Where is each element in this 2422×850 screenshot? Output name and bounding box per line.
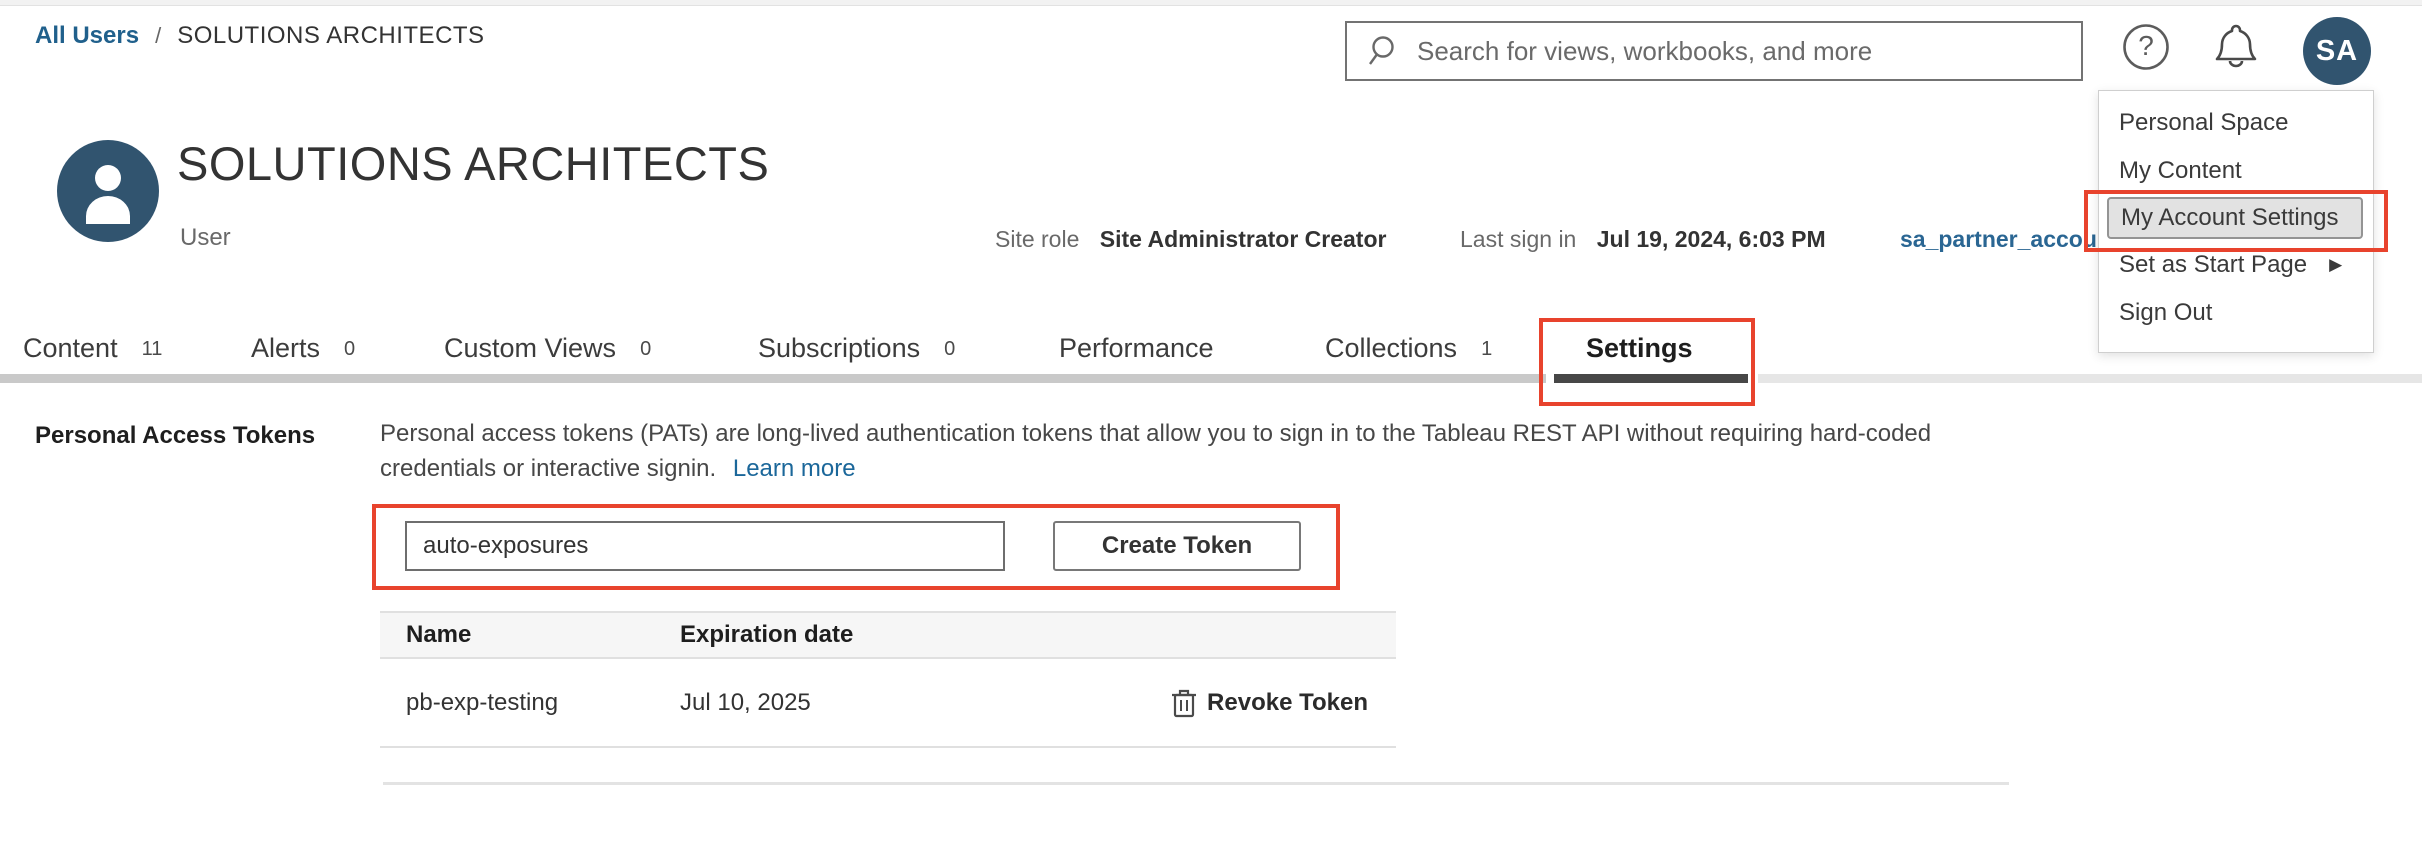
breadcrumb: All Users / SOLUTIONS ARCHITECTS — [35, 22, 485, 50]
tab-content-label: Content — [23, 333, 118, 363]
token-table: Name Expiration date pb-exp-testing Jul … — [380, 611, 1396, 748]
tab-settings-label: Settings — [1586, 333, 1693, 363]
last-sign-in-value: Jul 19, 2024, 6:03 PM — [1597, 226, 1826, 252]
tab-collections-count: 1 — [1481, 338, 1492, 360]
token-expiration-cell: Jul 10, 2025 — [680, 689, 1171, 717]
pat-description-line2: credentials or interactive signin. — [380, 455, 716, 482]
search-box[interactable] — [1345, 21, 2083, 81]
menu-item-my-content[interactable]: My Content — [2099, 147, 2373, 195]
tab-custom-views-count: 0 — [640, 338, 651, 360]
pat-description-line1: Personal access tokens (PATs) are long-l… — [380, 420, 1931, 447]
help-icon[interactable]: ? — [2122, 23, 2170, 71]
tab-collections[interactable]: Collections 1 — [1325, 333, 1492, 364]
page-title: SOLUTIONS ARCHITECTS — [177, 136, 769, 191]
submenu-arrow-icon: ▶ — [2329, 255, 2342, 275]
last-sign-in-label: Last sign in — [1460, 226, 1576, 252]
site-role-value: Site Administrator Creator — [1100, 226, 1387, 252]
tabs-bar-active-segment — [1554, 374, 1748, 383]
header-name: Name — [380, 621, 680, 649]
tabs-bar-right-segment — [1758, 374, 2422, 383]
tab-alerts[interactable]: Alerts 0 — [251, 333, 355, 364]
account-dropdown-menu: Personal Space My Content My Account Set… — [2098, 90, 2374, 353]
breadcrumb-separator: / — [155, 23, 161, 49]
menu-item-set-as-start-page-label: Set as Start Page — [2119, 251, 2307, 279]
tab-collections-label: Collections — [1325, 333, 1457, 363]
person-icon — [57, 140, 159, 242]
revoke-token-label[interactable]: Revoke Token — [1207, 689, 1368, 717]
site-role: Site role Site Administrator Creator — [995, 226, 1386, 253]
last-sign-in: Last sign in Jul 19, 2024, 6:03 PM — [1460, 226, 1826, 253]
search-input[interactable] — [1417, 36, 2081, 67]
search-icon — [1367, 34, 1401, 68]
token-name-cell: pb-exp-testing — [380, 689, 680, 717]
pat-section-label: Personal Access Tokens — [35, 422, 315, 450]
breadcrumb-current: SOLUTIONS ARCHITECTS — [177, 22, 484, 50]
profile-subtitle: User — [180, 224, 231, 252]
tab-custom-views[interactable]: Custom Views 0 — [444, 333, 651, 364]
tab-custom-views-label: Custom Views — [444, 333, 616, 363]
profile-avatar — [57, 140, 159, 242]
revoke-token-action[interactable]: Revoke Token — [1171, 688, 1396, 718]
header-expiration-date: Expiration date — [680, 621, 1396, 649]
tab-content-count: 11 — [142, 338, 163, 360]
tab-settings[interactable]: Settings — [1586, 333, 1693, 364]
token-table-header: Name Expiration date — [380, 611, 1396, 659]
trash-icon[interactable] — [1171, 688, 1197, 718]
token-name-input[interactable] — [405, 521, 1005, 571]
username-link[interactable]: sa_partner_accou — [1900, 226, 2097, 253]
site-role-label: Site role — [995, 226, 1079, 252]
top-strip — [0, 0, 2422, 6]
tabs-bar-left-segment — [0, 374, 1546, 383]
section-divider — [383, 782, 2009, 785]
menu-item-set-as-start-page[interactable]: Set as Start Page ▶ — [2099, 241, 2373, 289]
tab-performance-label: Performance — [1059, 333, 1214, 363]
tab-alerts-count: 0 — [344, 338, 355, 360]
create-token-button[interactable]: Create Token — [1053, 521, 1301, 571]
tab-performance[interactable]: Performance — [1059, 333, 1214, 364]
breadcrumb-all-users-link[interactable]: All Users — [35, 22, 139, 50]
tab-subscriptions[interactable]: Subscriptions 0 — [758, 333, 955, 364]
learn-more-link[interactable]: Learn more — [733, 455, 856, 482]
svg-text:?: ? — [2138, 30, 2154, 61]
tab-alerts-label: Alerts — [251, 333, 320, 363]
tableau-user-settings-page: All Users / SOLUTIONS ARCHITECTS ? SA SO… — [0, 0, 2422, 850]
token-table-row: pb-exp-testing Jul 10, 2025 Revoke Token — [380, 659, 1396, 748]
tab-subscriptions-label: Subscriptions — [758, 333, 920, 363]
tabs-underline-bar — [0, 374, 2422, 383]
tab-content[interactable]: Content 11 — [23, 333, 162, 364]
tab-subscriptions-count: 0 — [944, 338, 955, 360]
menu-item-my-account-settings[interactable]: My Account Settings — [2107, 197, 2363, 239]
pat-description: Personal access tokens (PATs) are long-l… — [380, 416, 1990, 486]
menu-item-sign-out[interactable]: Sign Out — [2099, 289, 2373, 337]
user-avatar-button[interactable]: SA — [2303, 17, 2371, 85]
menu-item-personal-space[interactable]: Personal Space — [2099, 99, 2373, 147]
notifications-bell-icon[interactable] — [2210, 20, 2262, 74]
